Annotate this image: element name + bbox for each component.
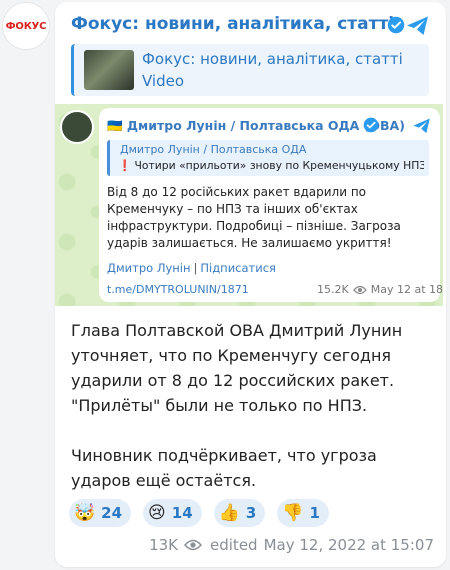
link-separator: |	[193, 261, 198, 275]
message-paragraph: Глава Полтавской ОВА Дмитрий Лунин уточн…	[71, 321, 403, 415]
reaction-button[interactable]: 🤯 24	[69, 499, 132, 527]
share-icon[interactable]	[411, 115, 433, 137]
forwarded-video-preview[interactable]: Фокус: новини, аналітика, статті Video	[71, 44, 429, 96]
reply-quote-author: Дмитро Лунін / Полтавська ОДА	[120, 143, 307, 156]
edited-label: edited	[210, 536, 258, 554]
author-avatar[interactable]	[60, 110, 94, 144]
forward-media-type: Video	[142, 72, 185, 90]
reply-quote-text: ❗ Чотири «прильоти» знову по Кременчуцько…	[118, 159, 424, 172]
embedded-post: 🇺🇦 Дмитро Лунін / Полтавська ОДА (ОВА) Д…	[55, 104, 443, 306]
embedded-post-card: 🇺🇦 Дмитро Лунін / Полтавська ОДА (ОВА) Д…	[99, 108, 443, 302]
verified-badge-icon	[387, 16, 405, 34]
reaction-count: 24	[101, 504, 123, 522]
channel-avatar-label: ФОКУС	[5, 20, 47, 32]
reactions-bar: 🤯 24 😢 14 👍 3 👎 1	[69, 499, 329, 529]
thumbs-up-emoji-icon: 👍	[218, 503, 240, 523]
exclamation-icon: ❗	[118, 159, 132, 172]
embedded-post-links: Дмитро Лунін | Підписатися	[107, 261, 276, 275]
thumbs-down-emoji-icon: 👎	[282, 503, 304, 523]
reply-quote-snippet: Чотири «прильоти» знову по Кременчуцьком…	[134, 159, 424, 172]
channel-avatar[interactable]: ФОКУС	[2, 2, 50, 50]
message-date: May 12, 2022 at 15:07	[263, 536, 434, 554]
subscribe-link[interactable]: Підписатися	[200, 261, 276, 275]
reaction-count: 1	[309, 504, 320, 522]
reaction-button[interactable]: 👎 1	[277, 499, 329, 527]
share-icon[interactable]	[404, 12, 432, 40]
eye-icon	[184, 539, 203, 551]
message-paragraph: Чиновник подчёркивает, что угроза ударов…	[71, 446, 377, 490]
message-footer: 13K edited May 12, 2022 at 15:07	[149, 536, 434, 554]
post-url-link[interactable]: t.me/DMYTROLUNIN/1871	[107, 283, 249, 296]
embedded-post-body: Від 8 до 12 російських ракет вдарили по …	[107, 185, 401, 250]
message-text: Глава Полтавской ОВА Дмитрий Лунин уточн…	[71, 318, 433, 493]
video-thumbnail	[84, 50, 134, 90]
embedded-post-date: May 12 at 18:04	[370, 283, 443, 296]
mind-blown-emoji-icon: 🤯	[74, 503, 96, 523]
channel-title[interactable]: Фокус: новини, аналітика, статті	[71, 14, 394, 34]
reaction-button[interactable]: 😢 14	[143, 499, 202, 527]
view-count: 13K	[149, 536, 179, 554]
message-bubble: Фокус: новини, аналітика, статті Фокус: …	[55, 2, 446, 567]
reaction-count: 3	[245, 504, 257, 522]
author-link[interactable]: Дмитро Лунін	[107, 261, 191, 275]
embedded-post-title[interactable]: 🇺🇦 Дмитро Лунін / Полтавська ОДА (ОВА)	[107, 118, 405, 134]
embedded-view-count: 15.2K	[317, 283, 349, 296]
reaction-button[interactable]: 👍 3	[213, 499, 266, 527]
reply-quote[interactable]: Дмитро Лунін / Полтавська ОДА ❗ Чотири «п…	[107, 140, 429, 176]
embedded-post-meta: 15.2K May 12 at 18:04	[317, 283, 443, 296]
crying-face-emoji-icon: 😢	[148, 503, 166, 523]
verified-badge-icon	[363, 117, 379, 133]
reaction-count: 14	[171, 504, 193, 522]
forward-source-title: Фокус: новини, аналітика, статті	[142, 50, 403, 68]
eye-icon	[352, 285, 367, 295]
